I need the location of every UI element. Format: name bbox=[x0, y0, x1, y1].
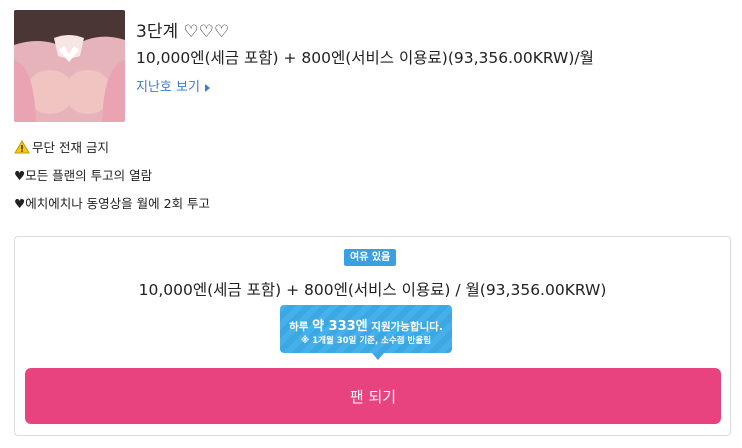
plan-thumbnail-image bbox=[14, 10, 125, 122]
join-panel: 여유 있음 10,000엔(세금 포함) + 800엔(서비스 이용료) / 월… bbox=[14, 236, 731, 436]
back-issues-link[interactable]: 지난호 보기 bbox=[136, 76, 210, 95]
description-line: ♥모든 플랜의 투고의 열람 bbox=[14, 168, 153, 183]
daily-support-text: 하루 약 333엔 지원가능합니다. bbox=[280, 315, 452, 334]
tooltip-prefix: 하루 bbox=[289, 321, 313, 333]
tooltip-amount: 약 333엔 bbox=[312, 319, 368, 334]
availability-badge: 여유 있음 bbox=[344, 249, 397, 266]
join-price: 10,000엔(세금 포함) + 800엔(서비스 이용료) / 월(93,35… bbox=[138, 281, 607, 299]
plan-title: 3단계 ♡♡♡ bbox=[136, 22, 230, 42]
back-issues-label: 지난호 보기 bbox=[136, 80, 200, 95]
description-text: 무단 전재 금지 bbox=[32, 140, 109, 155]
tooltip-suffix: 지원가능합니다. bbox=[367, 321, 443, 333]
description-line: ♥에치에치나 동영상을 월에 2회 투고 bbox=[14, 196, 211, 211]
plan-thumbnail bbox=[14, 10, 125, 122]
description-line: 무단 전재 금지 bbox=[14, 137, 109, 157]
tooltip-note: ※ 1개월 30일 기준, 소수점 반올림 bbox=[300, 336, 432, 346]
chevron-right-icon bbox=[204, 83, 210, 92]
plan-price: 10,000엔(세금 포함) + 800엔(서비스 이용료)(93,356.00… bbox=[136, 49, 594, 67]
warning-icon bbox=[14, 140, 30, 157]
daily-support-tooltip: 하루 약 333엔 지원가능합니다. ※ 1개월 30일 기준, 소수점 반올림 bbox=[280, 305, 452, 360]
become-fan-button[interactable]: 팬 되기 bbox=[25, 368, 721, 424]
